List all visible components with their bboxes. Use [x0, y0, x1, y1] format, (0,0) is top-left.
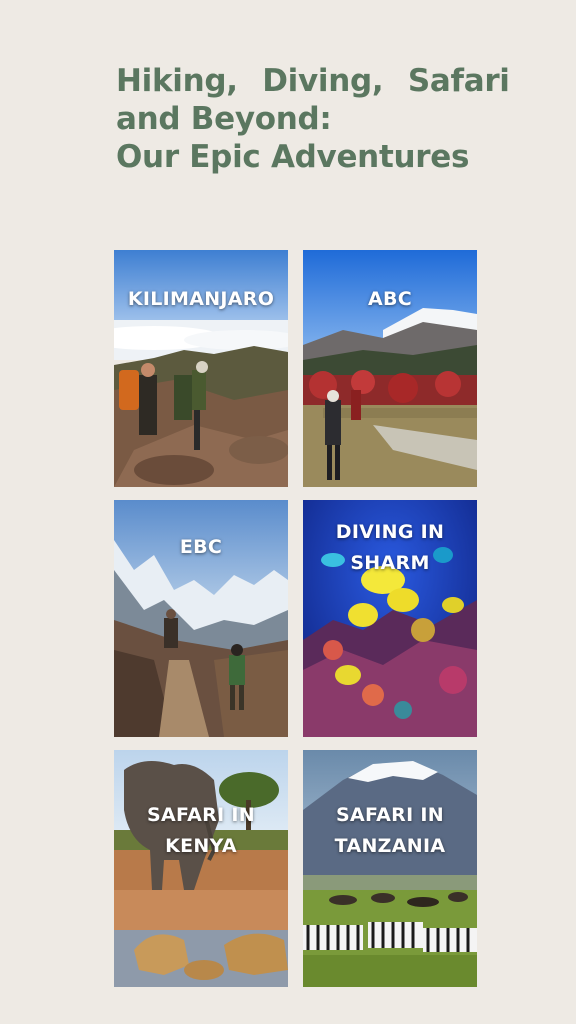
- tanzania-photo: [303, 750, 477, 987]
- title-line-2: and Beyond:: [116, 101, 332, 137]
- card-label: TANZANIA: [334, 835, 446, 857]
- card-label: KILIMANJARO: [127, 288, 275, 310]
- title-line-3: Our Epic Adventures: [116, 139, 470, 175]
- card-label: KENYA: [165, 835, 237, 857]
- card-diving-in-sharm[interactable]: DIVING IN SHARM: [303, 500, 477, 737]
- card-label: SAFARI IN: [336, 804, 444, 826]
- card-safari-in-tanzania[interactable]: SAFARI IN TANZANIA: [303, 750, 477, 987]
- card-kilimanjaro[interactable]: KILIMANJARO: [114, 250, 288, 487]
- card-label: EBC: [179, 536, 223, 558]
- card-label: ABC: [367, 288, 413, 310]
- card-abc[interactable]: ABC: [303, 250, 477, 487]
- card-safari-in-kenya[interactable]: SAFARI IN KENYA: [114, 750, 288, 987]
- kenya-photo: [114, 750, 288, 987]
- card-ebc[interactable]: EBC: [114, 500, 288, 737]
- page-title: Hiking, Diving, Safari and Beyond: Our E…: [116, 62, 510, 176]
- card-label: DIVING IN: [335, 521, 445, 543]
- title-line-1: Hiking, Diving, Safari: [116, 63, 510, 99]
- card-label: SHARM: [350, 552, 430, 574]
- card-label: SAFARI IN: [147, 804, 255, 826]
